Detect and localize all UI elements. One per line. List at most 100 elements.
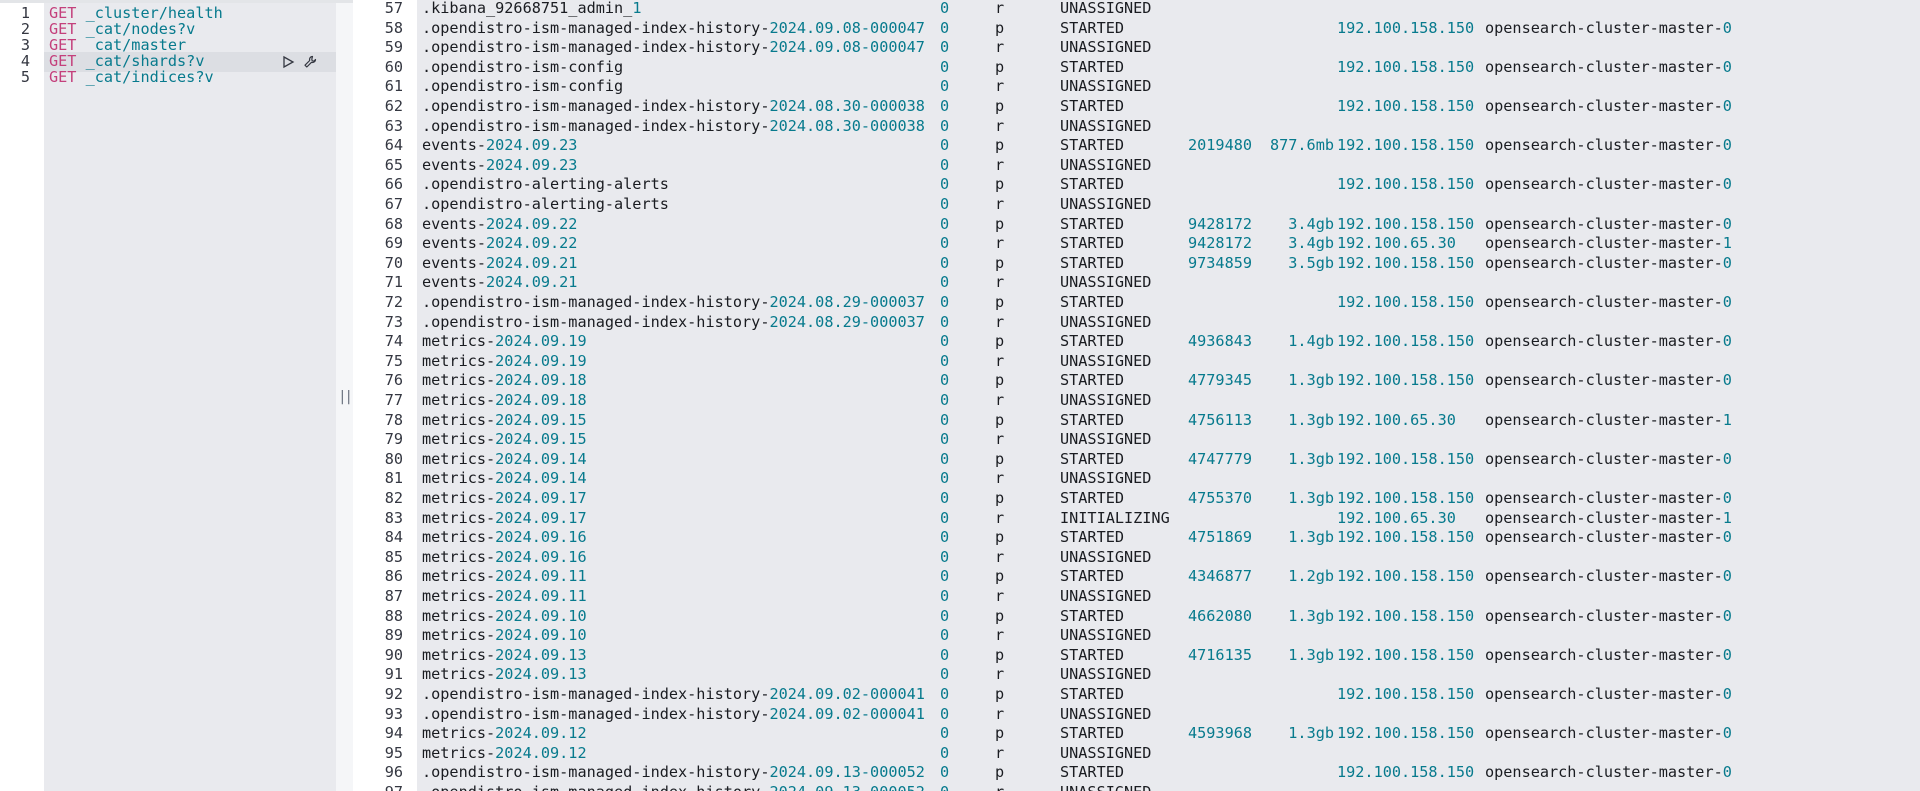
editor-code-area[interactable] — [44, 3, 336, 791]
index-date: 2024.09.19 — [495, 351, 587, 370]
output-row: 66 .opendistro-alerting-alerts 0 p STARTED 19… — [353, 175, 1920, 195]
node-name: opensearch-cluster-master-0 — [1485, 645, 1732, 664]
index-date: 2024.09.13 — [495, 665, 587, 684]
shard-state: STARTED — [1060, 606, 1125, 625]
shard-state: UNASSIGNED — [1060, 195, 1152, 213]
index-name: events-2024.09.21 — [422, 253, 578, 272]
node-ip: 192.100.158.150 — [1337, 136, 1475, 155]
shard-number: 0 — [940, 312, 950, 331]
shard-number: 0 — [940, 155, 950, 174]
shard-state: UNASSIGNED — [1060, 665, 1152, 684]
dev-tools-console: 1 GET _cluster/health 2 GET _cat/nodes?v 3 GE… — [0, 0, 1920, 791]
index-name: .opendistro-ism-config — [422, 77, 624, 96]
node-name: opensearch-cluster-master-0 — [1485, 57, 1732, 76]
shard-type: p — [995, 567, 1005, 586]
node-index: 0 — [1722, 449, 1732, 468]
doc-count: 4747779 — [1188, 449, 1253, 468]
shard-state: INITIALIZING — [1060, 508, 1170, 527]
shard-type: r — [995, 0, 1005, 17]
editor-gutter — [0, 3, 44, 791]
shard-number: 0 — [940, 704, 950, 723]
node-name: opensearch-cluster-master-0 — [1485, 606, 1732, 625]
index-date: 2024.09.12 — [495, 724, 587, 743]
panel-resizer[interactable]: || — [336, 3, 353, 791]
store-size: 1.3gb — [1288, 489, 1334, 507]
resizer-handle-icon[interactable]: || — [338, 389, 353, 405]
node-ip: 192.100.158.150 — [1337, 253, 1475, 272]
output-row: 60 .opendistro-ism-config 0 p STARTED 192.100… — [353, 58, 1920, 78]
index-date: 2024.09.02-000041 — [769, 704, 925, 723]
request-code[interactable]: GET _cat/indices?v — [49, 68, 214, 88]
node-ip: 192.100.65.30 — [1337, 508, 1456, 527]
request-line[interactable]: 5 GET _cat/indices?v — [0, 68, 336, 88]
index-name: .opendistro-ism-managed-index-history-20… — [422, 783, 925, 791]
shard-state: UNASSIGNED — [1060, 155, 1152, 174]
node-name: opensearch-cluster-master-0 — [1485, 293, 1732, 311]
index-date: 2024.09.15 — [495, 410, 587, 429]
line-number: 65 — [384, 155, 403, 174]
node-ip: 192.100.65.30 — [1337, 410, 1456, 429]
index-name: metrics-2024.09.17 — [422, 508, 587, 527]
node-index: 0 — [1722, 253, 1732, 272]
store-size: 1.2gb — [1288, 567, 1334, 586]
node-ip: 192.100.158.150 — [1337, 371, 1475, 390]
index-date: 2024.09.11 — [495, 587, 587, 605]
output-row: 76 metrics-2024.09.18 0 p STARTED 4779345 1.3g… — [353, 371, 1920, 391]
output-row: 71 events-2024.09.21 0 r UNASSIGNED — [353, 273, 1920, 293]
shard-state: STARTED — [1060, 175, 1125, 194]
shard-type: r — [995, 508, 1005, 527]
output-row: 97 .opendistro-ism-managed-index-history-… — [353, 783, 1920, 791]
shard-type: p — [995, 253, 1005, 272]
index-name: events-2024.09.22 — [422, 214, 578, 233]
doc-count: 4936843 — [1188, 332, 1253, 351]
output-row: 95 metrics-2024.09.12 0 r UNASSIGNED — [353, 744, 1920, 764]
node-name: opensearch-cluster-master-0 — [1485, 449, 1732, 468]
shard-type: r — [995, 743, 1005, 762]
shard-state: STARTED — [1060, 234, 1125, 253]
node-index: 0 — [1722, 332, 1732, 351]
node-index: 0 — [1722, 57, 1732, 76]
line-number: 92 — [384, 685, 403, 703]
index-name: .opendistro-ism-managed-index-history-20… — [422, 116, 925, 135]
shard-state: STARTED — [1060, 97, 1125, 115]
shard-type: r — [995, 391, 1005, 409]
store-size: 877.6mb — [1269, 136, 1334, 155]
shard-number: 0 — [940, 449, 950, 468]
shard-number: 0 — [940, 332, 950, 351]
response-output[interactable]: 57 .kibana_92668751_admin_1 0 r UNASSIGNED 58… — [353, 0, 1920, 791]
node-name: opensearch-cluster-master-0 — [1485, 489, 1732, 507]
index-name: metrics-2024.09.16 — [422, 547, 587, 566]
index-name: events-2024.09.22 — [422, 234, 578, 253]
index-name: .opendistro-ism-managed-index-history-20… — [422, 293, 925, 311]
shard-state: UNASSIGNED — [1060, 626, 1152, 645]
doc-count: 4716135 — [1188, 645, 1253, 664]
output-row: 78 metrics-2024.09.15 0 p STARTED 4756113 1.3g… — [353, 411, 1920, 431]
node-index: 0 — [1722, 18, 1732, 37]
node-ip: 192.100.158.150 — [1337, 489, 1475, 507]
output-row: 94 metrics-2024.09.12 0 p STARTED 4593968 1.3g… — [353, 724, 1920, 744]
shard-type: r — [995, 234, 1005, 253]
index-name: metrics-2024.09.16 — [422, 528, 587, 547]
index-date: 2024.09.14 — [495, 449, 587, 468]
shard-type: r — [995, 469, 1005, 488]
shard-number: 0 — [940, 18, 950, 37]
shard-number: 0 — [940, 508, 950, 527]
index-name: .opendistro-ism-config — [422, 57, 624, 76]
request-path: _cat/indices?v — [85, 68, 214, 86]
output-row: 88 metrics-2024.09.10 0 p STARTED 4662080 1.3g… — [353, 607, 1920, 627]
line-number: 57 — [384, 0, 403, 17]
shard-state: STARTED — [1060, 567, 1125, 586]
shard-number: 0 — [940, 77, 950, 96]
index-date: 2024.09.13 — [495, 645, 587, 664]
shard-state: UNASSIGNED — [1060, 743, 1152, 762]
node-index: 1 — [1722, 508, 1732, 527]
shard-number: 0 — [940, 234, 950, 253]
shard-number: 0 — [940, 253, 950, 272]
node-index: 0 — [1722, 528, 1732, 547]
index-name: metrics-2024.09.13 — [422, 665, 587, 684]
line-number: 67 — [384, 195, 403, 213]
line-number: 72 — [384, 293, 403, 311]
request-editor[interactable]: 1 GET _cluster/health 2 GET _cat/nodes?v 3 GE… — [0, 3, 336, 791]
index-name: metrics-2024.09.14 — [422, 469, 587, 488]
output-row: 58 .opendistro-ism-managed-index-history-… — [353, 19, 1920, 39]
